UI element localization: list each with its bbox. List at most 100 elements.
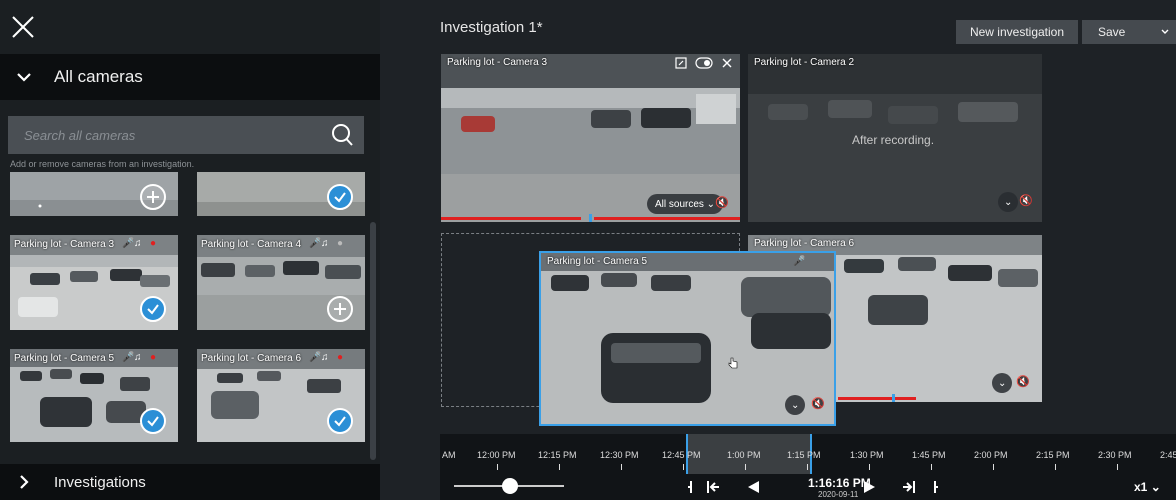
save-button[interactable]: Save xyxy=(1082,20,1176,44)
tick-mark xyxy=(807,464,808,470)
tick-mark xyxy=(993,464,994,470)
time-tick-label: 1:00 PM xyxy=(727,450,761,460)
time-tick-label: 12:45 PM xyxy=(662,450,701,460)
close-icon[interactable] xyxy=(10,14,36,40)
play-forward-icon[interactable] xyxy=(860,478,878,496)
tick-mark xyxy=(497,464,498,470)
thumbnail-label: Parking lot - Camera 3 xyxy=(14,239,115,250)
time-tick-label: 1:15 PM xyxy=(787,450,821,460)
time-tick-label: 2:00 PM xyxy=(974,450,1008,460)
sources-dropdown[interactable]: All sources ⌄ xyxy=(647,194,724,214)
thumbnail-label: Parking lot - Camera 5 xyxy=(14,353,115,364)
speaker-icon: ♫ xyxy=(321,352,329,363)
close-icon[interactable] xyxy=(721,57,733,69)
camera-thumbnail[interactable]: Parking lot - Camera 6 🎤 ♫ ● xyxy=(197,349,365,442)
record-icon: ● xyxy=(150,352,157,363)
time-tick-label: 2:15 PM xyxy=(1036,450,1070,460)
tick-mark xyxy=(559,464,560,470)
mic-icon: 🎤 xyxy=(793,256,806,267)
recording-bar xyxy=(594,217,740,220)
selected-check-icon[interactable] xyxy=(140,296,166,322)
tick-mark xyxy=(869,464,870,470)
investigations-header[interactable]: Investigations xyxy=(0,464,380,500)
camera-thumbnail[interactable]: Parking lot - Camera 3 🎤 ♫ ● xyxy=(10,235,178,330)
camera-2-view[interactable]: Parking lot - Camera 2 After recording. … xyxy=(748,54,1042,222)
playback-controls: 1:16:16 PM 2020-09-11 x1 ⌄ xyxy=(440,474,1176,500)
tick-mark xyxy=(683,464,684,470)
jump-to-start-icon[interactable] xyxy=(704,478,722,496)
recording-bar xyxy=(838,397,916,400)
search-icon[interactable] xyxy=(330,123,354,147)
expand-icon[interactable] xyxy=(675,57,687,69)
zoom-slider-knob[interactable] xyxy=(502,478,518,494)
camera-thumbnail[interactable] xyxy=(197,172,365,216)
speaker-icon: ♫ xyxy=(134,352,142,363)
current-date: 2020-09-11 xyxy=(818,490,859,499)
all-cameras-header[interactable]: All cameras xyxy=(0,54,380,100)
selected-check-icon[interactable] xyxy=(140,408,166,434)
time-tick-label: 12:30 PM xyxy=(600,450,639,460)
time-tick-label: 12:00 PM xyxy=(477,450,516,460)
camera-5-view[interactable]: Parking lot - Camera 5 🎤 ⌄ 🔇 xyxy=(539,251,836,426)
search-input[interactable] xyxy=(8,116,330,154)
speaker-icon: ♫ xyxy=(321,238,329,249)
time-tick-label: 1:30 PM xyxy=(850,450,884,460)
panel-scrollbar[interactable] xyxy=(370,222,376,460)
selected-check-icon[interactable] xyxy=(327,184,353,210)
muted-icon[interactable]: 🔇 xyxy=(1019,194,1033,207)
recording-status: After recording. xyxy=(852,133,935,147)
recording-bar xyxy=(441,217,581,220)
tick-mark xyxy=(745,464,746,470)
toggle-icon[interactable] xyxy=(695,57,713,69)
speaker-icon: ♫ xyxy=(134,238,142,249)
thumbnail-label: Parking lot - Camera 6 xyxy=(201,353,302,364)
muted-icon[interactable]: 🔇 xyxy=(1016,375,1030,388)
time-tick-label: AM xyxy=(442,450,456,460)
camera-thumbnail[interactable]: Parking lot - Camera 4 🎤 ♫ ● xyxy=(197,235,365,330)
tick-mark xyxy=(931,464,932,470)
mark-start-icon[interactable] xyxy=(682,478,700,496)
sources-label: All sources xyxy=(655,198,704,210)
muted-icon[interactable]: 🔇 xyxy=(715,196,729,209)
mic-icon: 🎤 xyxy=(122,352,135,363)
time-tick-label: 2:45 xyxy=(1160,450,1176,460)
camera-search xyxy=(8,116,364,154)
tick-mark xyxy=(1117,464,1118,470)
camera-thumbnail[interactable] xyxy=(10,172,178,216)
mic-icon: 🎤 xyxy=(309,352,322,363)
selected-check-icon[interactable] xyxy=(327,408,353,434)
tick-mark xyxy=(621,464,622,470)
search-hint: Add or remove cameras from an investigat… xyxy=(10,159,195,169)
chevron-down-icon xyxy=(17,73,31,82)
record-icon: ● xyxy=(337,352,344,363)
camera-3-view[interactable]: Parking lot - Camera 3 All sources ⌄ 🔇 xyxy=(441,54,740,222)
tick-mark xyxy=(1055,464,1056,470)
timeline[interactable]: AM 12:00 PM 12:15 PM 12:30 PM 12:45 PM 1… xyxy=(440,434,1176,500)
record-icon: ● xyxy=(337,238,344,249)
jump-to-end-icon[interactable] xyxy=(900,478,918,496)
app-window: All cameras Add or remove cameras from a… xyxy=(0,0,1176,500)
thumbnail-label: Parking lot - Camera 4 xyxy=(201,239,302,250)
camera-thumbnail[interactable]: Parking lot - Camera 5 🎤 ♫ ● xyxy=(10,349,178,442)
muted-icon[interactable]: 🔇 xyxy=(811,397,825,410)
time-tick-label: 12:15 PM xyxy=(538,450,577,460)
playback-speed-dropdown[interactable]: x1 ⌄ xyxy=(1134,480,1161,494)
add-camera-button[interactable] xyxy=(327,296,353,322)
mark-end-icon[interactable] xyxy=(926,478,944,496)
chevron-right-icon xyxy=(20,475,29,489)
mic-icon: 🎤 xyxy=(309,238,322,249)
investigation-title: Investigation 1* xyxy=(440,19,543,36)
playhead-marker xyxy=(589,214,592,222)
camera-panel: All cameras Add or remove cameras from a… xyxy=(0,0,380,500)
mic-icon: 🎤 xyxy=(122,238,135,249)
speed-label: x1 xyxy=(1134,480,1148,494)
add-camera-button[interactable] xyxy=(140,184,166,210)
cursor-hand-icon xyxy=(728,357,738,369)
playhead-marker xyxy=(892,394,895,402)
investigations-label: Investigations xyxy=(54,473,146,491)
camera-label: Parking lot - Camera 5 xyxy=(547,256,648,267)
save-label: Save xyxy=(1098,25,1126,39)
play-backward-icon[interactable] xyxy=(745,478,763,496)
new-investigation-button[interactable]: New investigation xyxy=(956,20,1078,44)
all-cameras-label: All cameras xyxy=(54,67,143,86)
